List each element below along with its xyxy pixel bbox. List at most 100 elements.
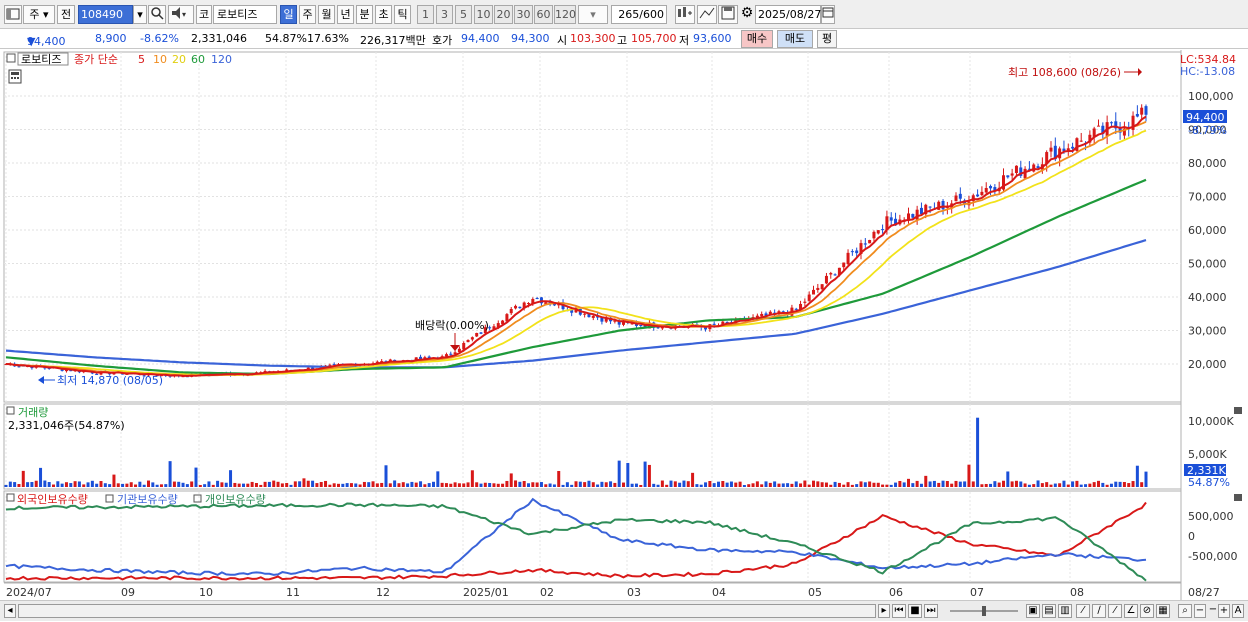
tool-icon-6[interactable]: ▦ [1156, 604, 1170, 618]
volume-bar [246, 483, 250, 487]
interval-30[interactable]: 30 [514, 5, 533, 24]
price-change-pct: -8.62% [140, 32, 179, 45]
candle-body [976, 194, 980, 197]
interval-60[interactable]: 60 [534, 5, 553, 24]
candle-body [980, 191, 984, 196]
period-second[interactable]: 초 [375, 5, 392, 24]
volume-panel-close-icon[interactable] [1234, 407, 1242, 414]
stock-name-field[interactable]: 로보티즈 [213, 5, 277, 24]
sound-icon[interactable]: ▾ [168, 5, 194, 24]
candle-body [881, 229, 885, 231]
tool-icon-3[interactable]: ⁄ [1108, 604, 1122, 618]
volume-bar [496, 483, 500, 487]
price-panel [3, 51, 1182, 403]
volume-bar [285, 482, 289, 487]
period-year[interactable]: 년 [337, 5, 354, 24]
chart-tools-icon[interactable] [675, 5, 695, 24]
first-page-icon[interactable]: ⏮ [892, 604, 906, 618]
volume: 2,331,046 [191, 32, 247, 45]
x-axis-label: 03 [627, 586, 641, 599]
holdings-panel-close-icon[interactable] [1234, 494, 1242, 501]
scroll-left-icon[interactable]: ◂ [4, 604, 16, 618]
layout-icon-2[interactable]: ▤ [1042, 604, 1056, 618]
panel-menu-icon[interactable] [6, 53, 16, 63]
ma-20-label: 20 [172, 53, 186, 66]
x-axis-label: 06 [889, 586, 903, 599]
candle-body [911, 214, 915, 218]
zoom-in-icon[interactable]: + [1218, 604, 1230, 618]
buy-button[interactable]: 매수 [741, 30, 773, 48]
code-dropdown-icon[interactable]: ▾ [133, 5, 147, 24]
period-tick[interactable]: 틱 [394, 5, 411, 24]
stock-chart[interactable]: 로보티즈 종가 단순 5 10 20 60 120 LC:534.84 HC:-… [0, 50, 1248, 600]
sell-button[interactable]: 매도 [777, 30, 813, 48]
interval-10[interactable]: 10 [474, 5, 493, 24]
stock-code-input[interactable]: 108490 [78, 5, 133, 24]
high-label: 고 [617, 34, 628, 47]
candle-body [1097, 125, 1100, 127]
save-icon[interactable] [718, 5, 738, 24]
candle-body [760, 313, 764, 317]
tool-icon-4[interactable]: ∠ [1124, 604, 1138, 618]
gear-icon[interactable]: ⚙ [740, 5, 754, 24]
period-month[interactable]: 월 [318, 5, 335, 24]
interval-120[interactable]: 120 [554, 5, 576, 24]
calendar-icon[interactable] [821, 5, 835, 24]
volume-bar [419, 481, 423, 487]
candle-body [850, 251, 854, 253]
interval-1[interactable]: 1 [417, 5, 434, 24]
candle-body [1079, 140, 1083, 142]
interval-5[interactable]: 5 [455, 5, 472, 24]
period-minute[interactable]: 분 [356, 5, 373, 24]
interval-input[interactable]: ▾ [578, 5, 608, 24]
zoom-out-icon[interactable]: − [1194, 604, 1206, 618]
last-page-icon[interactable]: ⏭ [924, 604, 938, 618]
volume-bar [570, 484, 574, 487]
scroll-right-icon[interactable]: ▸ [878, 604, 890, 618]
volume-bar [561, 484, 565, 487]
volume-bar [812, 480, 815, 487]
volume-bar [863, 482, 867, 487]
volume-bar [712, 483, 716, 487]
prev-button[interactable]: 전 [57, 5, 75, 24]
tool-icon-2[interactable]: ∕ [1092, 604, 1106, 618]
volume-panel-menu-icon[interactable] [6, 406, 15, 415]
horizontal-scrollbar[interactable] [18, 604, 876, 618]
volume-bar [177, 481, 181, 487]
volume-bar [634, 483, 638, 487]
low-arrow-icon [38, 376, 55, 384]
date-field[interactable]: 2025/08/27 [755, 5, 821, 24]
candle-body [855, 250, 859, 254]
tool-icon-1[interactable]: ⁄ [1076, 604, 1090, 618]
zoom-slider[interactable] [948, 604, 1020, 618]
stop-icon[interactable]: ■ [908, 604, 922, 618]
zoom-icon[interactable]: ⌕ [1178, 604, 1192, 618]
volume-bar [306, 480, 310, 487]
calculator-icon[interactable] [8, 69, 22, 84]
count-field[interactable]: 265/600 [611, 5, 667, 24]
volume-bar [768, 482, 772, 487]
tool-icon-5[interactable]: ⊘ [1140, 604, 1154, 618]
interval-20[interactable]: 20 [494, 5, 513, 24]
layout-icon-3[interactable]: ▥ [1058, 604, 1072, 618]
volume-bars [4, 417, 1148, 487]
layout-icon-1[interactable]: ▣ [1026, 604, 1040, 618]
x-axis-label: 09 [121, 586, 135, 599]
price-y-label: 70,000 [1188, 191, 1227, 204]
volume-bar [729, 481, 733, 487]
period-day[interactable]: 일 [280, 5, 297, 24]
current-pct-label: -8.79% [1188, 124, 1227, 137]
trendline-icon[interactable] [697, 5, 717, 24]
period-week[interactable]: 주 [299, 5, 316, 24]
candle-body [889, 217, 893, 221]
holdings-panel-menu-icon[interactable] [6, 493, 15, 502]
volume-bar [99, 481, 103, 487]
volume-bar [362, 481, 366, 487]
font-size-icon[interactable]: A [1232, 604, 1244, 618]
market-select[interactable]: 주 ▾ [23, 5, 55, 24]
search-icon[interactable] [148, 5, 166, 24]
interval-3[interactable]: 3 [436, 5, 453, 24]
window-menu-icon[interactable] [4, 5, 22, 24]
volume-bar [639, 484, 643, 487]
eval-button[interactable]: 평 [817, 30, 837, 48]
